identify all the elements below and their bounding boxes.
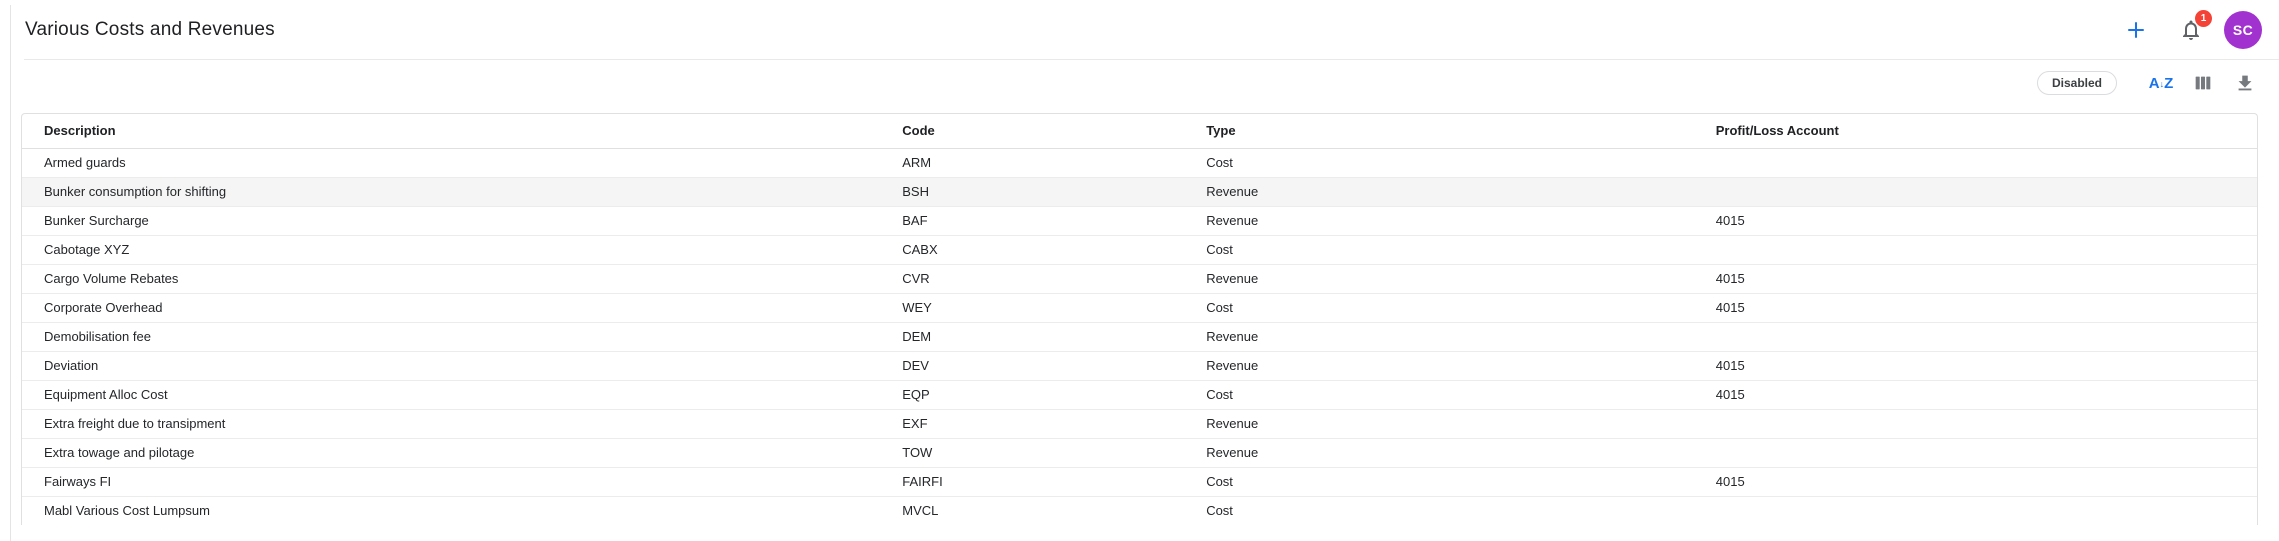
cell-description: Deviation bbox=[22, 351, 880, 380]
cell-account bbox=[1694, 148, 2257, 177]
table-row[interactable]: Demobilisation feeDEMRevenue bbox=[22, 322, 2257, 351]
cell-type: Revenue bbox=[1184, 438, 1694, 467]
cell-code: TOW bbox=[880, 438, 1184, 467]
column-header-type[interactable]: Type bbox=[1184, 114, 1694, 148]
table-row[interactable]: DeviationDEVRevenue4015 bbox=[22, 351, 2257, 380]
plus-icon bbox=[2124, 18, 2148, 42]
cell-description: Cabotage XYZ bbox=[22, 235, 880, 264]
sort-alpha-button[interactable]: A↓Z bbox=[2147, 69, 2175, 97]
cell-code: CVR bbox=[880, 264, 1184, 293]
cell-description: Extra freight due to transipment bbox=[22, 409, 880, 438]
cell-type: Cost bbox=[1184, 496, 1694, 525]
table-toolbar: Disabled A↓Z bbox=[0, 60, 2279, 106]
cell-code: FAIRFI bbox=[880, 467, 1184, 496]
cell-account: 4015 bbox=[1694, 380, 2257, 409]
cell-code: MVCL bbox=[880, 496, 1184, 525]
cell-description: Corporate Overhead bbox=[22, 293, 880, 322]
cell-account bbox=[1694, 409, 2257, 438]
cell-description: Demobilisation fee bbox=[22, 322, 880, 351]
cell-code: DEM bbox=[880, 322, 1184, 351]
cell-code: BAF bbox=[880, 206, 1184, 235]
table-header-row: Description Code Type Profit/Loss Accoun… bbox=[22, 114, 2257, 148]
cell-type: Cost bbox=[1184, 235, 1694, 264]
cell-description: Bunker consumption for shifting bbox=[22, 177, 880, 206]
cell-code: DEV bbox=[880, 351, 1184, 380]
column-header-description[interactable]: Description bbox=[22, 114, 880, 148]
cell-type: Revenue bbox=[1184, 206, 1694, 235]
avatar[interactable]: SC bbox=[2224, 11, 2262, 49]
columns-button[interactable] bbox=[2189, 69, 2217, 97]
page-title: Various Costs and Revenues bbox=[25, 19, 275, 41]
cell-account bbox=[1694, 322, 2257, 351]
cell-account: 4015 bbox=[1694, 206, 2257, 235]
sort-alpha-icon: A↓Z bbox=[2149, 76, 2174, 91]
cell-account bbox=[1694, 438, 2257, 467]
download-icon bbox=[2234, 72, 2256, 94]
notification-badge: 1 bbox=[2195, 10, 2212, 27]
cell-account: 4015 bbox=[1694, 264, 2257, 293]
cell-type: Revenue bbox=[1184, 409, 1694, 438]
cell-account: 4015 bbox=[1694, 293, 2257, 322]
cell-type: Cost bbox=[1184, 380, 1694, 409]
costs-revenues-table: Description Code Type Profit/Loss Accoun… bbox=[21, 113, 2258, 525]
table-row[interactable]: Extra towage and pilotageTOWRevenue bbox=[22, 438, 2257, 467]
cell-account bbox=[1694, 496, 2257, 525]
cell-type: Cost bbox=[1184, 467, 1694, 496]
table-row[interactable]: Armed guardsARMCost bbox=[22, 148, 2257, 177]
cell-code: EQP bbox=[880, 380, 1184, 409]
table-row[interactable]: Cabotage XYZCABXCost bbox=[22, 235, 2257, 264]
table-row[interactable]: Bunker consumption for shiftingBSHRevenu… bbox=[22, 177, 2257, 206]
cell-code: WEY bbox=[880, 293, 1184, 322]
cell-description: Bunker Surcharge bbox=[22, 206, 880, 235]
cell-code: CABX bbox=[880, 235, 1184, 264]
cell-account bbox=[1694, 235, 2257, 264]
table-row[interactable]: Cargo Volume RebatesCVRRevenue4015 bbox=[22, 264, 2257, 293]
column-header-profit-loss-account[interactable]: Profit/Loss Account bbox=[1694, 114, 2257, 148]
cell-code: ARM bbox=[880, 148, 1184, 177]
cell-type: Revenue bbox=[1184, 351, 1694, 380]
table-row[interactable]: Equipment Alloc CostEQPCost4015 bbox=[22, 380, 2257, 409]
cell-description: Extra towage and pilotage bbox=[22, 438, 880, 467]
add-button[interactable] bbox=[2124, 18, 2148, 42]
cell-type: Revenue bbox=[1184, 177, 1694, 206]
table-row[interactable]: Corporate OverheadWEYCost4015 bbox=[22, 293, 2257, 322]
cell-description: Cargo Volume Rebates bbox=[22, 264, 880, 293]
notifications-button[interactable]: 1 bbox=[2178, 17, 2204, 43]
cell-type: Cost bbox=[1184, 148, 1694, 177]
column-header-code[interactable]: Code bbox=[880, 114, 1184, 148]
cell-description: Equipment Alloc Cost bbox=[22, 380, 880, 409]
table-row[interactable]: Mabl Various Cost LumpsumMVCLCost bbox=[22, 496, 2257, 525]
cell-description: Fairways FI bbox=[22, 467, 880, 496]
table-row[interactable]: Fairways FIFAIRFICost4015 bbox=[22, 467, 2257, 496]
cell-type: Revenue bbox=[1184, 322, 1694, 351]
cell-account bbox=[1694, 177, 2257, 206]
table-row[interactable]: Extra freight due to transipmentEXFReven… bbox=[22, 409, 2257, 438]
content-left-border bbox=[10, 5, 11, 541]
cell-account: 4015 bbox=[1694, 351, 2257, 380]
cell-code: BSH bbox=[880, 177, 1184, 206]
topbar-actions: 1 SC bbox=[2124, 11, 2262, 49]
cell-account: 4015 bbox=[1694, 467, 2257, 496]
cell-description: Mabl Various Cost Lumpsum bbox=[22, 496, 880, 525]
disabled-filter-button[interactable]: Disabled bbox=[2037, 71, 2117, 95]
columns-icon bbox=[2192, 72, 2214, 94]
download-button[interactable] bbox=[2231, 69, 2259, 97]
topbar: Various Costs and Revenues 1 SC bbox=[0, 0, 2279, 59]
cell-code: EXF bbox=[880, 409, 1184, 438]
cell-type: Revenue bbox=[1184, 264, 1694, 293]
table-row[interactable]: Bunker SurchargeBAFRevenue4015 bbox=[22, 206, 2257, 235]
cell-type: Cost bbox=[1184, 293, 1694, 322]
cell-description: Armed guards bbox=[22, 148, 880, 177]
